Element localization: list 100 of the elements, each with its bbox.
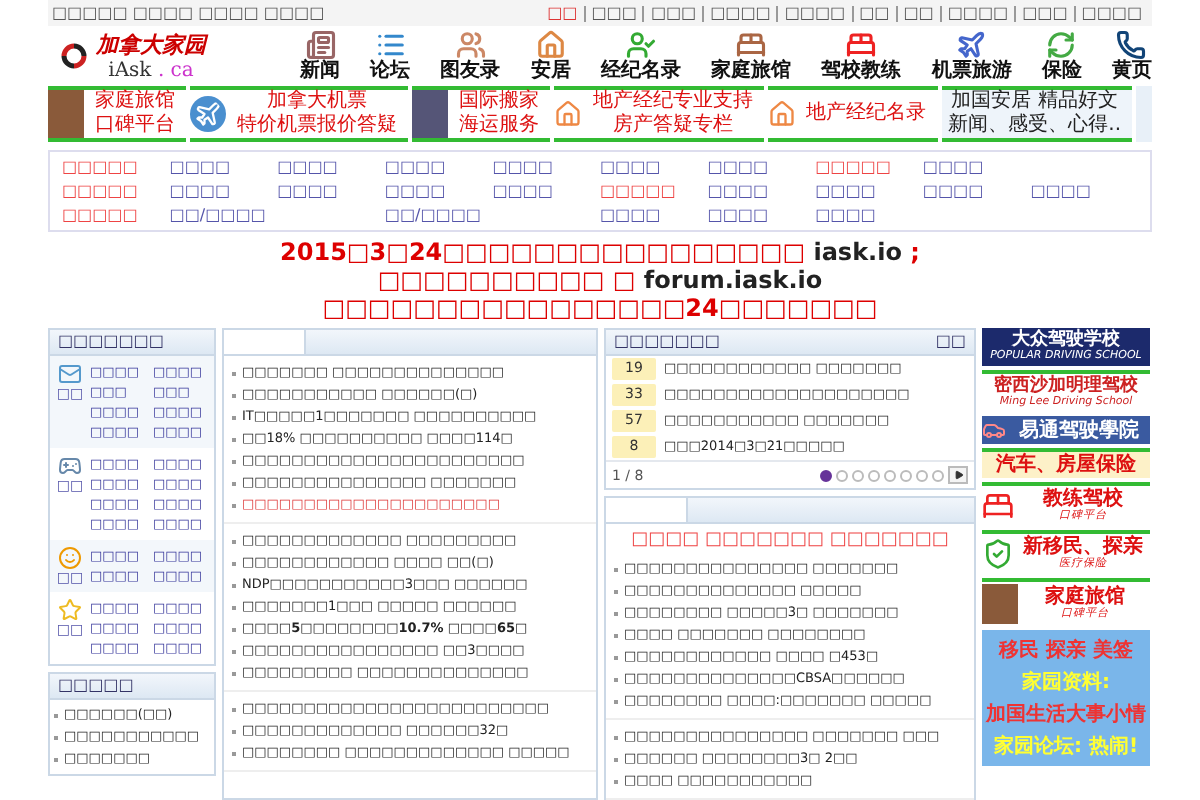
nav-link[interactable]: 驾校教练 [821, 30, 902, 82]
ad-text: 大众驾驶学校 [1012, 330, 1120, 350]
directory-link[interactable]: □□□□ [384, 180, 493, 202]
directory-link[interactable]: □□□□ [384, 156, 493, 178]
directory-link[interactable]: □□□□ [707, 156, 816, 178]
banner-text: 口碑平台 [94, 114, 175, 138]
directory-link[interactable]: □□□□ [707, 204, 816, 226]
nav-link[interactable]: 新闻 [300, 30, 340, 82]
house-icon [767, 100, 796, 128]
ad-text: 密西沙加明理驾校 [994, 376, 1138, 396]
ad-banner[interactable]: 地产经纪名录 [767, 86, 938, 142]
directory-link[interactable]: □□□□ [169, 156, 278, 178]
photo-placeholder [982, 584, 1018, 624]
banner-placeholder [1135, 86, 1152, 142]
pager-dot[interactable] [852, 469, 864, 481]
ad-banner[interactable]: 家庭旅馆 口碑平台 [48, 86, 186, 142]
play-icon [953, 470, 963, 480]
top-link[interactable]: □□ [851, 5, 896, 21]
bed-icon [982, 490, 1014, 522]
pager-dot[interactable] [900, 469, 912, 481]
next-button[interactable] [948, 466, 968, 484]
directory-link[interactable]: □□/□□□□ [169, 204, 385, 226]
top-link[interactable]: □□□□ [776, 5, 852, 21]
directory-link[interactable]: □□□□ [492, 180, 600, 202]
nav-link[interactable]: 论坛 [370, 30, 411, 82]
directory-link[interactable]: □□□□ [922, 156, 1031, 178]
nav-link[interactable]: 黄页 [1111, 30, 1152, 82]
top-link[interactable]: □□□ [1014, 5, 1074, 21]
ad-banner[interactable]: 加国安居 精品好文 新闻、感受、心得.. [941, 86, 1132, 142]
pager-dot[interactable] [916, 469, 928, 481]
nav-link[interactable]: 保险 [1041, 30, 1082, 82]
directory-link[interactable]: □□□□ [492, 156, 600, 178]
top-link[interactable]: □□□□ [939, 5, 1015, 21]
promo-text: 家园论坛: 热闹! [993, 732, 1139, 760]
more-link[interactable]: □□ [935, 330, 966, 354]
banner-text: 房产答疑专栏 [612, 114, 733, 138]
directory-link[interactable]: □□□□ [1030, 180, 1138, 202]
directory-link[interactable]: □□□□□ [62, 180, 170, 202]
airplane-icon [189, 96, 226, 132]
ad-banner[interactable]: 地产经纪专业支持 房产答疑专栏 [553, 86, 764, 142]
star-icon [58, 598, 82, 622]
people-icon [625, 30, 656, 60]
promo-text: 家园资料: [1022, 668, 1110, 696]
ad-banner[interactable]: 国际搬家 海运服务 [411, 86, 550, 142]
nav-link[interactable]: 图友录 [440, 30, 501, 82]
banner-text: 家庭旅馆 [94, 90, 175, 113]
panel-title: □□□□□□□ [50, 330, 214, 356]
airplane-icon [956, 30, 987, 60]
shield-icon [982, 538, 1014, 570]
directory-link[interactable]: □□□□□ [62, 204, 170, 226]
banner-text: 国际搬家 [458, 90, 539, 113]
promo-text: 加国生活大事小情 [986, 701, 1146, 728]
panel-title: □□□□□□□ [614, 330, 720, 354]
bed-icon [736, 30, 767, 60]
top-link[interactable]: □□ [541, 5, 584, 21]
directory-link[interactable]: □□□□ [169, 180, 278, 202]
pager-dot[interactable] [820, 469, 832, 481]
pager-dot[interactable] [836, 469, 848, 481]
banner-text: 地产经纪名录 [806, 102, 927, 126]
top-link[interactable]: □□ [895, 5, 940, 21]
top-link[interactable]: □□□ [583, 5, 643, 21]
top-link[interactable]: □□□□ [702, 5, 777, 21]
directory-link[interactable]: □□□□ [277, 180, 385, 202]
banner-text: 新闻、感受、心得.. [948, 114, 1122, 138]
directory-link[interactable]: □□□□ [815, 180, 923, 202]
directory-link[interactable]: □□□□ [815, 204, 923, 226]
nav-link[interactable]: 家庭旅馆 [711, 30, 792, 82]
nav-link[interactable]: 安居 [530, 30, 571, 82]
directory-link[interactable]: □□□□ [707, 180, 816, 202]
list-icon [375, 30, 406, 60]
directory-link[interactable]: □□□□ [277, 156, 385, 178]
nav-link[interactable]: 经纪名录 [600, 30, 681, 82]
newspaper-icon [305, 30, 335, 60]
pager-dot[interactable] [884, 469, 896, 481]
ad-text: 家庭旅馆 [1045, 586, 1125, 608]
directory-link[interactable]: □□□□ [922, 180, 1031, 202]
smiley-icon [58, 546, 82, 570]
ad-text: 新移民、探亲 [1023, 536, 1143, 558]
car-icon [982, 418, 1006, 442]
directory-link[interactable]: □□□□□ [62, 156, 170, 178]
top-link[interactable]: □□□ [642, 5, 703, 21]
directory-link[interactable]: □□□□□ [815, 156, 923, 178]
directory-link[interactable]: □□□□ [599, 204, 708, 226]
top-link[interactable]: □□□□ [1073, 5, 1148, 21]
pager-dot[interactable] [932, 469, 944, 481]
directory-link[interactable]: □□/□□□□ [384, 204, 600, 226]
directory-link[interactable]: □□□□ [599, 156, 708, 178]
announcement-text: □□□□□□□□□□ □ forum.iask.io [377, 266, 823, 294]
nav-link[interactable]: 机票旅游 [931, 30, 1012, 82]
ad-banner[interactable]: 加拿大机票 特价机票报价答疑 [189, 86, 408, 142]
pager-dot[interactable] [868, 469, 880, 481]
ad-banner[interactable]: 汽车、房屋保险 [982, 448, 1150, 478]
banner-text: 加国安居 精品好文 [951, 90, 1118, 113]
directory-link[interactable]: □□□□□ [599, 180, 708, 202]
feature-headline: □□□□ □□□□□□□ □□□□□□□ [629, 528, 951, 552]
banner-text: 加拿大机票 [266, 90, 367, 113]
announcement-text: 2015□3□24□□□□□□□□□□□□□□□□ iask.io ; [280, 238, 920, 266]
welcome-text: □□□□□ □□□□ □□□□ □□□□ [52, 4, 325, 22]
ad-banner[interactable]: 易通驾驶學院 [982, 416, 1150, 444]
banner-text: 特价机票报价答疑 [236, 114, 397, 138]
